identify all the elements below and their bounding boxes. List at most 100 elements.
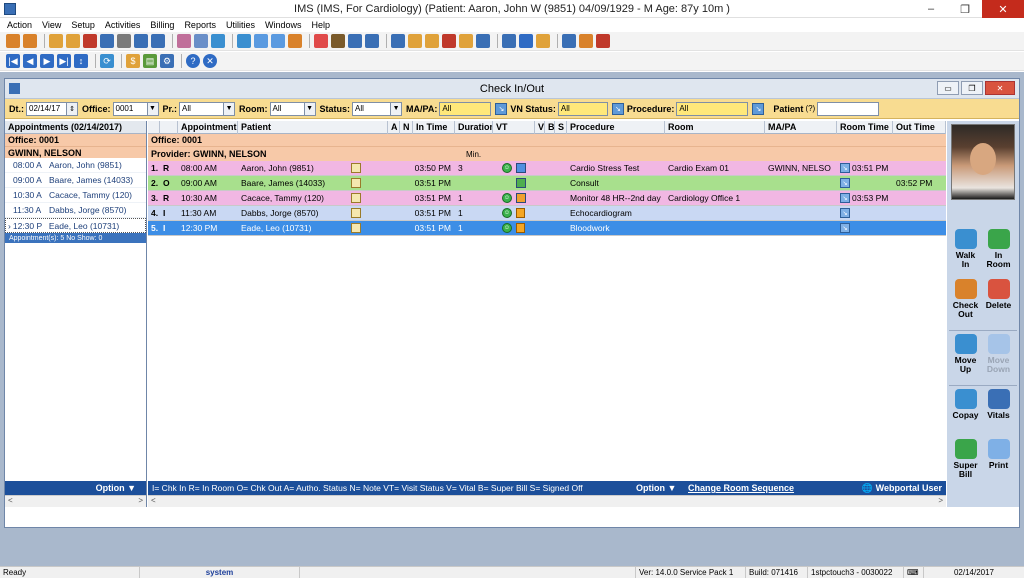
- appointment-list-item[interactable]: 11:30 A Dabbs, Jorge (8570): [5, 203, 146, 218]
- appointment-list-item[interactable]: 08:00 A Aaron, John (9851): [5, 158, 146, 173]
- toolbar-tool-icon[interactable]: [100, 34, 114, 48]
- vital-status-icon[interactable]: [516, 193, 526, 203]
- patient-search-field[interactable]: [817, 101, 880, 116]
- column-header[interactable]: S: [555, 120, 567, 134]
- keyboard-icon[interactable]: ⌨: [904, 566, 924, 578]
- column-header[interactable]: Procedure: [567, 120, 665, 134]
- appointment-list-item[interactable]: › 12:30 P Eade, Leo (10731): [5, 218, 146, 233]
- scroll-right-icon[interactable]: >: [938, 496, 943, 507]
- toolbar-tool-icon[interactable]: [314, 34, 328, 48]
- clipboard-icon[interactable]: [351, 163, 361, 173]
- check-out-button[interactable]: Check Out: [949, 279, 982, 327]
- room-assign-icon[interactable]: ↘: [840, 193, 850, 203]
- mapa-field[interactable]: All: [439, 101, 492, 116]
- menu-help[interactable]: Help: [311, 20, 330, 30]
- toolbar-tool-icon[interactable]: [194, 34, 208, 48]
- column-header[interactable]: Appointment: [178, 120, 238, 134]
- print-button[interactable]: Print: [982, 439, 1015, 487]
- column-header[interactable]: B: [545, 120, 555, 134]
- toolbar-tool-icon[interactable]: [237, 34, 251, 48]
- vn-status-field[interactable]: All: [557, 101, 608, 116]
- edit-note-icon[interactable]: [516, 208, 525, 218]
- column-header[interactable]: N: [400, 120, 413, 134]
- toolbar-tool-icon[interactable]: [288, 34, 302, 48]
- patient-name[interactable]: Eade, Leo (10731): [241, 223, 351, 233]
- menu-setup[interactable]: Setup: [71, 20, 95, 30]
- chevron-down-icon[interactable]: ▼: [146, 102, 158, 115]
- help-icon[interactable]: ?: [186, 54, 200, 68]
- child-close-button[interactable]: ✕: [985, 81, 1015, 95]
- minimize-button[interactable]: –: [914, 0, 948, 18]
- copay-button[interactable]: Copay: [949, 389, 982, 437]
- smiley-icon[interactable]: ☺: [502, 208, 512, 218]
- sort-icon[interactable]: ↕: [74, 54, 88, 68]
- toolbar-tool-icon[interactable]: [83, 34, 97, 48]
- column-header[interactable]: A: [388, 120, 400, 134]
- toolbar-tool-icon[interactable]: [391, 34, 405, 48]
- toolbar-tool-icon[interactable]: [425, 34, 439, 48]
- previous-record-icon[interactable]: ◀: [23, 54, 37, 68]
- office-select[interactable]: 0001 ▼: [112, 101, 159, 116]
- table-row[interactable]: 4. I 11:30 AM Dabbs, Jorge (8570) 03:51 PM 1 ☺…: [148, 206, 946, 221]
- toolbar-tool-icon[interactable]: [117, 34, 131, 48]
- dollar-icon[interactable]: $: [126, 54, 140, 68]
- edit-note-icon[interactable]: [516, 223, 525, 233]
- menu-billing[interactable]: Billing: [150, 20, 174, 30]
- menu-reports[interactable]: Reports: [184, 20, 216, 30]
- column-header[interactable]: Out Time: [893, 120, 946, 134]
- refresh-icon[interactable]: ⟳: [100, 54, 114, 68]
- smiley-icon[interactable]: ☺: [502, 223, 512, 233]
- change-room-sequence-link[interactable]: Change Room Sequence: [688, 483, 794, 493]
- move-up-button[interactable]: Move Up: [949, 334, 982, 382]
- delete-button[interactable]: Delete: [982, 279, 1015, 327]
- scroll-right-icon[interactable]: >: [138, 496, 143, 507]
- toolbar-tool-icon[interactable]: [66, 34, 80, 48]
- toolbar-tool-icon[interactable]: [502, 34, 516, 48]
- toolbar-tool-icon[interactable]: [49, 34, 63, 48]
- clipboard-icon[interactable]: [351, 208, 361, 218]
- webportal-user-link[interactable]: 🌐 Webportal User: [862, 483, 942, 494]
- toolbar-tool-icon[interactable]: [519, 34, 533, 48]
- clipboard-icon[interactable]: [351, 223, 361, 233]
- appointment-list-item[interactable]: 10:30 A Cacace, Tammy (120): [5, 188, 146, 203]
- vital-status-icon[interactable]: [516, 163, 526, 173]
- toolbar-tool-icon[interactable]: [442, 34, 456, 48]
- scroll-left-icon[interactable]: <: [8, 496, 13, 507]
- appointment-list-item[interactable]: 09:00 A Baare, James (14033): [5, 173, 146, 188]
- smiley-icon[interactable]: ☺: [502, 193, 512, 203]
- clipboard-icon[interactable]: [351, 193, 361, 203]
- in-room-button[interactable]: In Room: [982, 229, 1015, 277]
- next-record-icon[interactable]: ▶: [40, 54, 54, 68]
- toolbar-tool-icon[interactable]: [271, 34, 285, 48]
- vital-status-icon[interactable]: [516, 178, 526, 188]
- grid-horizontal-scrollbar[interactable]: < >: [148, 495, 946, 507]
- toolbar-tool-icon[interactable]: [596, 34, 610, 48]
- patient-name[interactable]: Baare, James (14033): [241, 178, 351, 188]
- patient-name[interactable]: Dabbs, Jorge (8570): [241, 208, 351, 218]
- chevron-down-icon[interactable]: ▼: [303, 102, 315, 115]
- room-assign-icon[interactable]: ↘: [840, 163, 850, 173]
- restore-button[interactable]: ❐: [948, 0, 982, 18]
- table-row[interactable]: 2. O 09:00 AM Baare, James (14033) 03:51 PM C…: [148, 176, 946, 191]
- chevron-down-icon[interactable]: ▼: [223, 102, 235, 115]
- column-header[interactable]: VT: [493, 120, 535, 134]
- patient-name[interactable]: Aaron, John (9851): [241, 163, 351, 173]
- scroll-left-icon[interactable]: <: [151, 496, 156, 507]
- room-assign-icon[interactable]: ↘: [840, 223, 850, 233]
- toolbar-tool-icon[interactable]: [408, 34, 422, 48]
- left-horizontal-scrollbar[interactable]: < >: [5, 495, 146, 507]
- toolbar-tool-icon[interactable]: [459, 34, 473, 48]
- toolbar-tool-icon[interactable]: [211, 34, 225, 48]
- toolbar-tool-icon[interactable]: [536, 34, 550, 48]
- toolbar-tool-icon[interactable]: [23, 34, 37, 48]
- toolbar-tool-icon[interactable]: [134, 34, 148, 48]
- column-header[interactable]: In Time: [413, 120, 455, 134]
- column-header[interactable]: [160, 120, 178, 134]
- close-icon[interactable]: ✕: [203, 54, 217, 68]
- table-row[interactable]: 1. R 08:00 AM Aaron, John (9851) 03:50 PM 3 ☺ C…: [148, 161, 946, 176]
- grid-option-button[interactable]: Option ▼: [636, 483, 676, 493]
- vn-status-select-icon[interactable]: ↘: [611, 102, 624, 115]
- room-select[interactable]: All ▼: [269, 101, 316, 116]
- menu-windows[interactable]: Windows: [265, 20, 302, 30]
- column-header[interactable]: MA/PA: [765, 120, 837, 134]
